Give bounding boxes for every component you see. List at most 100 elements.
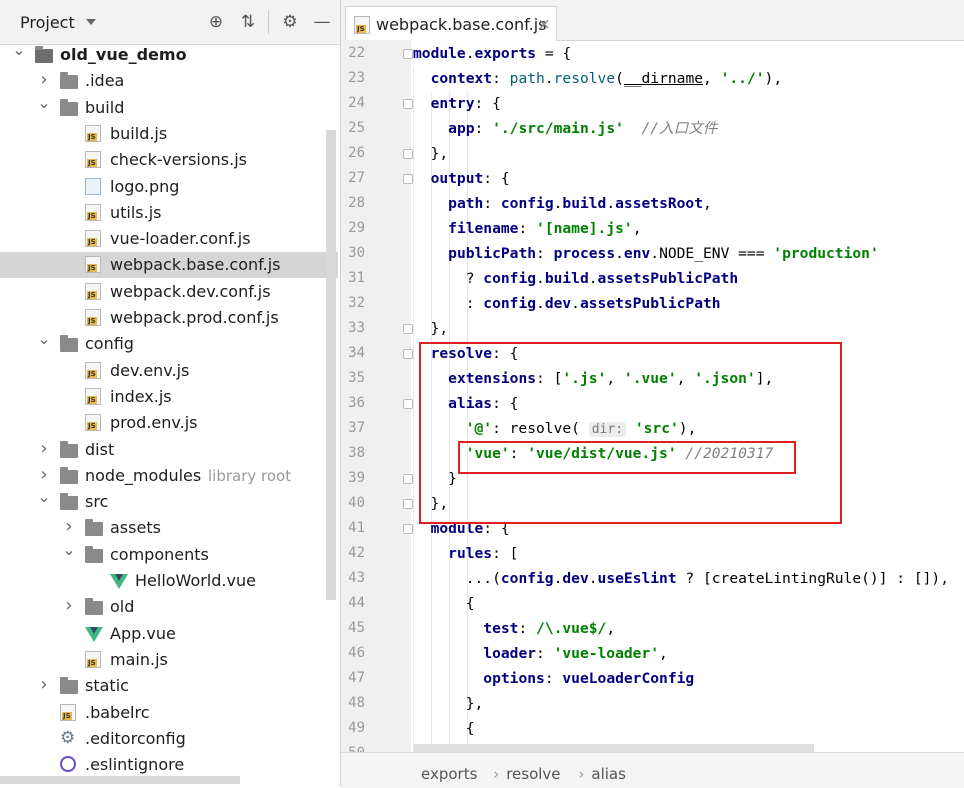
tree-item[interactable]: webpack.prod.conf.js xyxy=(0,305,338,331)
tab-webpack-base-conf[interactable]: webpack.base.conf.js × xyxy=(345,6,557,41)
tree-vertical-scrollbar[interactable] xyxy=(326,130,336,600)
code-line[interactable]: filename: '[name].js', xyxy=(413,216,641,241)
gear-icon[interactable]: ⚙ xyxy=(280,12,300,32)
tree-item[interactable]: webpack.base.conf.js xyxy=(0,252,338,279)
project-view-title[interactable]: Project xyxy=(20,13,75,32)
folder-icon xyxy=(60,98,78,116)
tree-item[interactable]: ⚙ .editorconfig xyxy=(0,726,338,752)
tree-item-label: old_vue_demo xyxy=(60,45,187,64)
editor-horizontal-scrollbar[interactable] xyxy=(414,744,814,752)
tree-item[interactable]: utils.js xyxy=(0,200,338,226)
code-line[interactable]: }, xyxy=(413,691,484,716)
tree-item[interactable]: .babelrc xyxy=(0,700,338,726)
chevron-right-icon[interactable]: › xyxy=(62,597,76,615)
code-line[interactable]: output: { xyxy=(413,166,510,191)
chevron-right-icon[interactable]: › xyxy=(37,71,51,89)
tree-horizontal-scrollbar[interactable] xyxy=(0,776,240,784)
tree-item[interactable]: check-versions.js xyxy=(0,147,338,173)
chevron-down-icon[interactable]: ⌄ xyxy=(37,331,51,347)
tree-item[interactable]: webpack.dev.conf.js xyxy=(0,279,338,305)
tree-item[interactable]: App.vue xyxy=(0,621,338,647)
tree-item[interactable]: dev.env.js xyxy=(0,358,338,384)
code-line[interactable]: { xyxy=(413,716,475,741)
tree-item[interactable]: .eslintignore xyxy=(0,752,338,778)
tree-item[interactable]: main.js xyxy=(0,647,338,673)
chevron-down-icon[interactable]: ⌄ xyxy=(37,94,51,110)
tree-item[interactable]: ⌄ old_vue_demo xyxy=(0,42,338,68)
code-line[interactable]: rules: [ xyxy=(413,541,518,566)
chevron-right-icon[interactable]: › xyxy=(37,676,51,694)
fold-marker-icon[interactable] xyxy=(403,49,413,59)
collapse-icon[interactable]: ⇅ xyxy=(238,12,258,32)
fold-marker-icon[interactable] xyxy=(403,99,413,109)
code-line[interactable]: }, xyxy=(413,316,449,341)
folder-icon xyxy=(85,545,103,563)
chevron-down-icon[interactable]: ⌄ xyxy=(12,42,26,58)
tree-item[interactable]: HelloWorld.vue xyxy=(0,568,338,594)
tree-item[interactable]: index.js xyxy=(0,384,338,410)
code-line[interactable]: test: /\.vue$/, xyxy=(413,616,615,641)
code-line[interactable]: path: config.build.assetsRoot, xyxy=(413,191,712,216)
tree-item[interactable]: › .idea xyxy=(0,68,338,94)
tree-item[interactable]: vue-loader.conf.js xyxy=(0,226,338,252)
code-line[interactable]: options: vueLoaderConfig xyxy=(413,666,694,691)
fold-marker-icon[interactable] xyxy=(403,524,413,534)
code-line[interactable]: ? config.build.assetsPublicPath xyxy=(413,266,738,291)
chevron-down-icon[interactable] xyxy=(86,19,96,25)
code-line[interactable]: publicPath: process.env.NODE_ENV === 'pr… xyxy=(413,241,879,266)
breadcrumb-item[interactable]: exports xyxy=(421,765,477,783)
tree-item-label: prod.env.js xyxy=(110,413,198,433)
tree-item[interactable]: ⌄ config xyxy=(0,331,338,357)
tree-item[interactable]: ⌄ src xyxy=(0,489,338,515)
code-line[interactable]: entry: { xyxy=(413,91,501,116)
code-line[interactable]: }, xyxy=(413,141,449,166)
fold-marker-icon[interactable] xyxy=(403,324,413,334)
tree-item[interactable]: prod.env.js xyxy=(0,410,338,436)
code-line[interactable]: context: path.resolve(__dirname, '../'), xyxy=(413,66,783,91)
tree-item[interactable]: ⌄ build xyxy=(0,94,338,121)
tree-item-label: .idea xyxy=(85,71,125,91)
fold-marker-icon[interactable] xyxy=(403,499,413,509)
js-file-icon xyxy=(85,230,101,248)
chevron-right-icon[interactable]: › xyxy=(62,518,76,536)
chevron-right-icon[interactable]: › xyxy=(37,465,51,483)
chevron-down-icon[interactable]: ⌄ xyxy=(37,489,51,505)
tree-item[interactable]: build.js xyxy=(0,121,338,147)
tree-item[interactable]: › dist xyxy=(0,437,338,463)
tree-item-label: vue-loader.conf.js xyxy=(110,229,251,249)
line-number: 22 xyxy=(348,45,365,61)
folder-icon xyxy=(60,335,78,353)
tree-item[interactable]: › old xyxy=(0,594,338,620)
tree-item[interactable]: logo.png xyxy=(0,174,338,200)
tree-item[interactable]: › assets xyxy=(0,515,338,541)
minimize-icon[interactable]: — xyxy=(312,12,332,32)
code-line[interactable]: : config.dev.assetsPublicPath xyxy=(413,291,721,316)
breadcrumb-item[interactable]: alias xyxy=(591,765,626,783)
highlight-box-vue-alias xyxy=(458,441,796,474)
tree-item-label: index.js xyxy=(110,386,172,406)
tree-item-label: old xyxy=(110,597,135,617)
code-line[interactable]: { xyxy=(413,591,475,616)
code-line[interactable]: ...(config.dev.useEslint ? [createLintin… xyxy=(413,566,949,591)
chevron-down-icon[interactable]: ⌄ xyxy=(62,541,76,557)
fold-marker-icon[interactable] xyxy=(403,149,413,159)
code-line[interactable]: loader: 'vue-loader', xyxy=(413,641,668,666)
fold-marker-icon[interactable] xyxy=(403,174,413,184)
tree-item[interactable]: › static xyxy=(0,673,338,699)
tree-item[interactable]: › node_modules library root xyxy=(0,463,338,489)
chevron-right-icon[interactable]: › xyxy=(37,439,51,457)
code-line[interactable]: app: './src/main.js' //入口文件 xyxy=(413,116,717,141)
breadcrumb-item[interactable]: resolve xyxy=(506,765,560,783)
fold-marker-icon[interactable] xyxy=(403,349,413,359)
code-line[interactable]: module.exports = { xyxy=(413,41,571,66)
crosshair-icon[interactable]: ⊕ xyxy=(206,12,226,32)
tree-item-label: webpack.dev.conf.js xyxy=(110,281,271,301)
fold-marker-icon[interactable] xyxy=(403,399,413,409)
tree-item-label: dist xyxy=(85,439,115,459)
fold-marker-icon[interactable] xyxy=(403,474,413,484)
tree-item-label: build xyxy=(85,97,125,117)
tree-item[interactable]: ⌄ components xyxy=(0,541,338,568)
line-number: 47 xyxy=(348,670,365,686)
tree-item-label: dev.env.js xyxy=(110,360,190,380)
close-icon[interactable]: × xyxy=(538,15,551,33)
